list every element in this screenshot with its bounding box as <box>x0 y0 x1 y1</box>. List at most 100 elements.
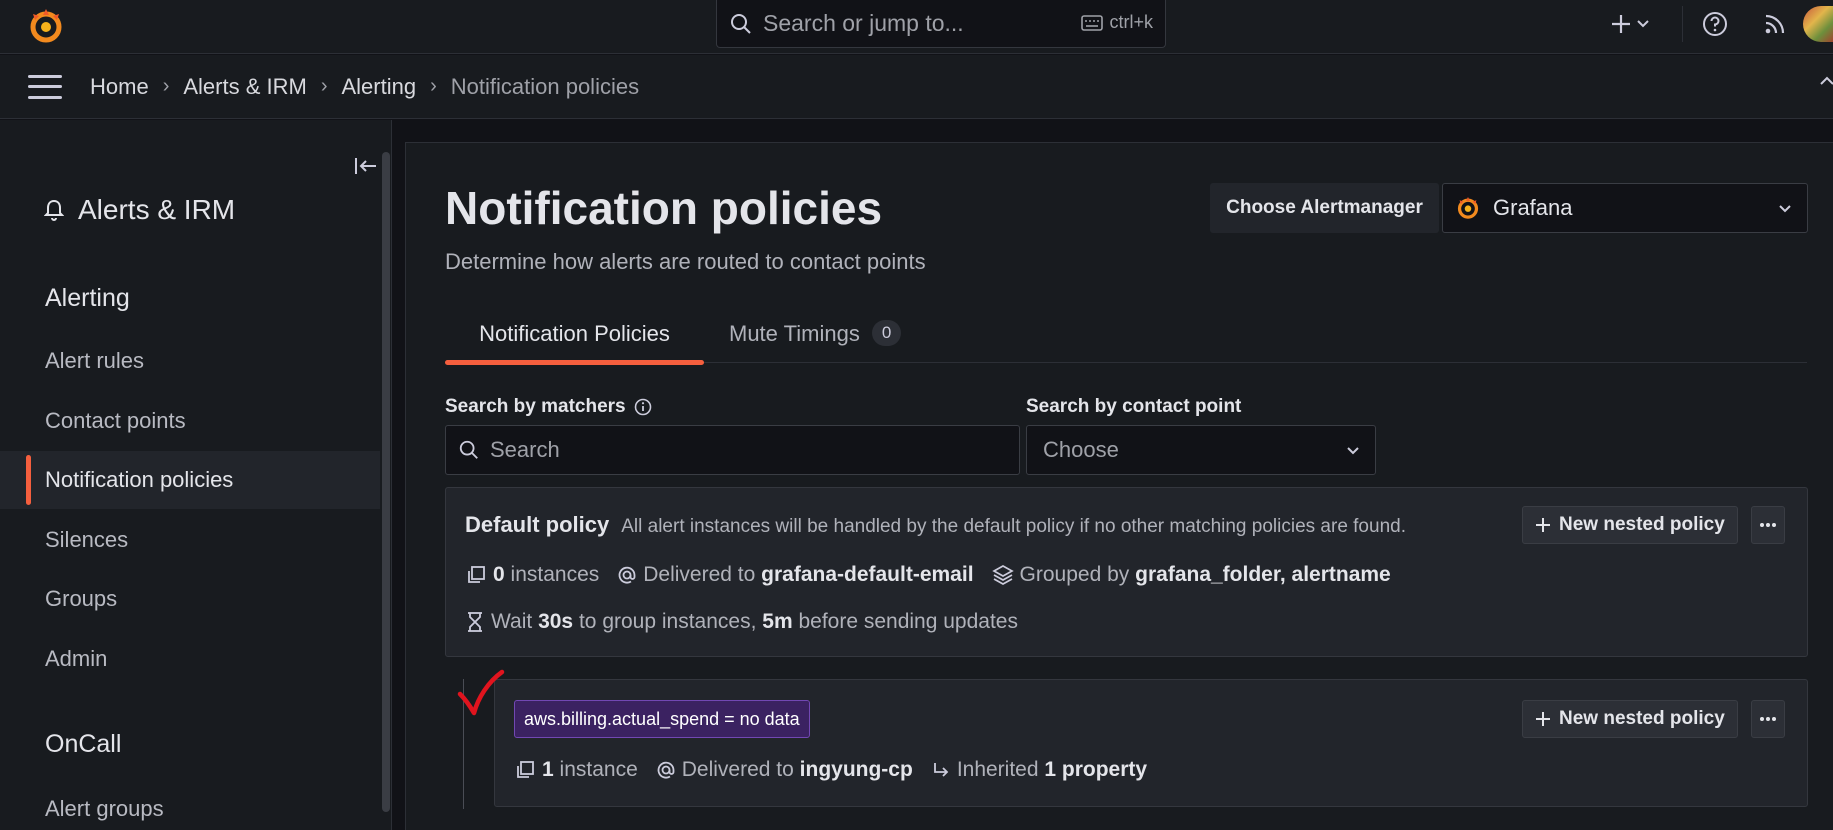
sidebar-item-alert-groups[interactable]: Alert groups <box>0 780 380 830</box>
page-title: Notification policies <box>445 182 883 234</box>
breadcrumb-alerting[interactable]: Alerting <box>342 74 417 100</box>
chevron-down-icon <box>1637 20 1649 28</box>
help-icon <box>1703 12 1727 36</box>
instances-count: 1 <box>542 758 554 781</box>
rss-icon <box>1765 14 1785 34</box>
sidebar-item-silences[interactable]: Silences <box>0 511 380 569</box>
help-button[interactable] <box>1683 0 1747 48</box>
matchers-search-input[interactable]: Search <box>445 425 1020 475</box>
matchers-placeholder: Search <box>490 437 560 462</box>
at-icon <box>617 565 637 585</box>
at-icon <box>656 760 676 780</box>
sidebar: Alerts & IRM Alerting Alert rules Contac… <box>0 120 392 830</box>
breadcrumb: Home › Alerts & IRM › Alerting › Notific… <box>90 74 639 100</box>
shortcut-text: ctrl+k <box>1109 12 1153 32</box>
contact-point-label: Search by contact point <box>1026 396 1242 417</box>
sidebar-item-contact-points[interactable]: Contact points <box>0 392 380 450</box>
dock-menu-icon[interactable] <box>354 156 378 176</box>
repeat-label: before sending updates <box>798 610 1018 633</box>
sidebar-section-oncall[interactable]: OnCall <box>45 730 121 759</box>
alertmanager-select[interactable]: Grafana <box>1442 183 1808 233</box>
delivered-label: Delivered to <box>681 758 794 781</box>
instances-label[interactable]: instances <box>511 563 600 587</box>
menu-icon[interactable] <box>28 74 62 99</box>
nested-policy-meta: 1 instance Delivered to ingyung-cp Inher… <box>514 758 1147 782</box>
corner-arrow-icon <box>931 760 951 780</box>
nested-policy-card: aws.billing.actual_spend = no data New n… <box>494 679 1808 807</box>
button-label: New nested policy <box>1559 514 1725 535</box>
inherited-label: Inherited <box>956 758 1039 781</box>
shortcut-hint: ctrl+k <box>1081 12 1153 33</box>
chevron-up-icon[interactable] <box>1819 75 1833 87</box>
instances-count: 0 <box>493 563 505 586</box>
search-icon <box>731 13 751 34</box>
matchers-label: Search by matchers <box>445 396 652 418</box>
contact-point-placeholder: Choose <box>1043 437 1119 462</box>
more-horizontal-icon <box>1760 717 1776 721</box>
default-policy-meta: 0 instances Delivered to grafana-default… <box>465 563 1391 587</box>
grafana-logo-icon <box>1457 196 1479 219</box>
breadcrumb-separator: › <box>430 75 437 97</box>
tab-label: Mute Timings <box>729 321 860 346</box>
layers-icon <box>465 564 487 586</box>
wait-label: Wait <box>491 610 533 633</box>
sidebar-scrollbar[interactable] <box>382 152 390 812</box>
instances-label[interactable]: instance <box>560 758 638 782</box>
matchers-label-text: Search by matchers <box>445 396 626 417</box>
keyboard-icon <box>1081 14 1104 31</box>
more-horizontal-icon <box>1760 523 1776 527</box>
news-button[interactable] <box>1747 0 1803 48</box>
matcher-tag: aws.billing.actual_spend = no data <box>514 700 810 738</box>
breadcrumb-alerts-irm[interactable]: Alerts & IRM <box>183 74 306 100</box>
group-wait-value: 30s <box>538 610 574 633</box>
contact-point-link[interactable]: ingyung-cp <box>800 758 913 782</box>
top-actions <box>1600 0 1833 48</box>
tab-mute-timings[interactable]: Mute Timings 0 <box>729 320 902 363</box>
tab-label: Notification Policies <box>479 321 670 346</box>
top-navbar: Search or jump to... ctrl+k <box>0 0 1833 54</box>
search-placeholder: Search or jump to... <box>763 10 964 36</box>
policy-description: All alert instances will be handled by t… <box>621 516 1406 537</box>
avatar[interactable] <box>1803 6 1833 42</box>
alertmanager-label: Choose Alertmanager <box>1210 183 1439 233</box>
sidebar-item-admin[interactable]: Admin <box>0 630 380 688</box>
sidebar-section-alerting[interactable]: Alerting <box>45 284 130 313</box>
new-nested-policy-button[interactable]: New nested policy <box>1522 506 1738 544</box>
sidebar-title: Alerts & IRM <box>44 194 235 226</box>
chevron-down-icon <box>1779 205 1791 213</box>
default-policy-card: Default policy All alert instances will … <box>445 487 1808 657</box>
layer-group-icon <box>991 564 1014 586</box>
more-actions-button[interactable] <box>1751 506 1785 544</box>
sidebar-item-alert-rules[interactable]: Alert rules <box>0 332 380 390</box>
contact-point-select[interactable]: Choose <box>1026 425 1376 475</box>
layers-icon <box>514 759 536 781</box>
search-bar[interactable]: Search or jump to... ctrl+k <box>716 0 1166 48</box>
breadcrumb-bar: Home › Alerts & IRM › Alerting › Notific… <box>0 55 1833 119</box>
checkmark-annotation-icon <box>457 669 505 716</box>
search-icon <box>459 440 478 459</box>
sidebar-title-text: Alerts & IRM <box>78 194 236 225</box>
sidebar-item-notification-policies[interactable]: Notification policies <box>0 451 380 509</box>
grafana-logo-icon[interactable] <box>26 6 66 46</box>
group-interval-value: 5m <box>762 610 793 633</box>
tab-notification-policies[interactable]: Notification Policies <box>445 321 704 365</box>
default-policy-timing: Wait 30s to group instances, 5m before s… <box>465 610 1018 634</box>
contact-point-link[interactable]: grafana-default-email <box>761 563 973 587</box>
breadcrumb-separator: › <box>162 75 170 97</box>
policy-name: Default policy <box>465 512 610 537</box>
grouped-label: Grouped by <box>1019 563 1130 586</box>
button-label: New nested policy <box>1559 708 1725 729</box>
info-icon[interactable] <box>634 398 652 416</box>
inherited-value[interactable]: 1 property <box>1044 758 1147 782</box>
new-button[interactable] <box>1600 0 1660 48</box>
main-content: Notification policies Determine how aler… <box>405 142 1833 830</box>
grouped-by-value: grafana_folder, alertname <box>1135 563 1391 586</box>
hourglass-icon <box>465 611 485 633</box>
sidebar-item-groups[interactable]: Groups <box>0 570 380 628</box>
plus-icon <box>1612 15 1630 33</box>
plus-icon <box>1536 712 1550 726</box>
more-actions-button[interactable] <box>1751 700 1785 738</box>
new-nested-policy-button[interactable]: New nested policy <box>1522 700 1738 738</box>
breadcrumb-home[interactable]: Home <box>90 74 149 100</box>
chevron-down-icon <box>1347 447 1359 455</box>
